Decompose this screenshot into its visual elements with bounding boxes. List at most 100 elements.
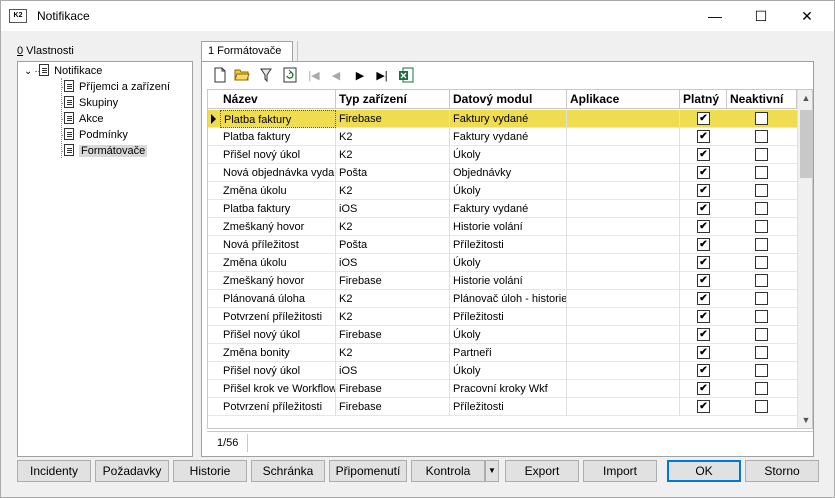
cell-aplikace[interactable] (567, 308, 680, 326)
tab-formatovace[interactable]: 1 Formátovače (201, 41, 293, 61)
table-row[interactable]: Platba faktury K2 Faktury vydané ✔ (208, 128, 798, 146)
platny-checkbox[interactable]: ✔ (697, 184, 710, 197)
table-row[interactable]: Zmeškaný hovor Firebase Historie volání ✔ (208, 272, 798, 290)
neaktivni-checkbox[interactable] (755, 202, 768, 215)
table-row[interactable]: Přišel krok ve Workflow Firebase Pracovní … (208, 380, 798, 398)
cell-nazev[interactable]: Platba faktury (220, 128, 336, 146)
platny-checkbox[interactable]: ✔ (697, 130, 710, 143)
cell-typ[interactable]: Firebase (336, 110, 450, 128)
cell-nazev[interactable]: Změna úkolu (220, 254, 336, 272)
platny-checkbox[interactable]: ✔ (697, 112, 710, 125)
cell-nazev[interactable]: Nová objednávka vydaná (220, 164, 336, 182)
cell-modul[interactable]: Faktury vydané (450, 110, 567, 128)
cell-typ[interactable]: K2 (336, 146, 450, 164)
column-header-platny[interactable]: Platný (680, 90, 727, 109)
platny-checkbox[interactable]: ✔ (697, 346, 710, 359)
export-button[interactable]: Export (505, 460, 579, 482)
table-row[interactable]: Přišel nový úkol iOS Úkoly ✔ (208, 362, 798, 380)
storno-button[interactable]: Storno (745, 460, 819, 482)
cell-modul[interactable]: Úkoly (450, 146, 567, 164)
table-row[interactable]: Změna bonity K2 Partneři ✔ (208, 344, 798, 362)
ok-button[interactable]: OK (667, 460, 741, 482)
cell-aplikace[interactable] (567, 398, 680, 416)
cell-modul[interactable]: Historie volání (450, 272, 567, 290)
neaktivni-checkbox[interactable] (755, 130, 768, 143)
neaktivni-checkbox[interactable] (755, 400, 768, 413)
cell-typ[interactable]: Firebase (336, 380, 450, 398)
cell-typ[interactable]: Pošta (336, 164, 450, 182)
cell-typ[interactable]: iOS (336, 362, 450, 380)
schranka-button[interactable]: Schránka (251, 460, 325, 482)
cell-typ[interactable]: Firebase (336, 398, 450, 416)
cell-nazev[interactable]: Přišel krok ve Workflow (220, 380, 336, 398)
cell-modul[interactable]: Příležitosti (450, 236, 567, 254)
tree-item-formatovace[interactable]: Formátovače (64, 143, 148, 159)
neaktivni-checkbox[interactable] (755, 220, 768, 233)
cell-typ[interactable]: K2 (336, 308, 450, 326)
platny-checkbox[interactable]: ✔ (697, 382, 710, 395)
table-row[interactable]: Potvrzení příležitosti Firebase Příležitos… (208, 398, 798, 416)
table-row[interactable]: Změna úkolu K2 Úkoly ✔ (208, 182, 798, 200)
neaktivni-checkbox[interactable] (755, 148, 768, 161)
incidenty-button[interactable]: Incidenty (17, 460, 91, 482)
cell-modul[interactable]: Pracovní kroky Wkf (450, 380, 567, 398)
platny-checkbox[interactable]: ✔ (697, 310, 710, 323)
cell-nazev[interactable]: Přišel nový úkol (220, 362, 336, 380)
new-icon[interactable] (211, 67, 229, 85)
scroll-down-icon[interactable]: ▼ (798, 412, 812, 428)
cell-aplikace[interactable] (567, 182, 680, 200)
column-header-neaktivni[interactable]: Neaktivní (727, 90, 797, 109)
import-button[interactable]: Import (583, 460, 657, 482)
neaktivni-checkbox[interactable] (755, 328, 768, 341)
cell-modul[interactable]: Objednávky (450, 164, 567, 182)
platny-checkbox[interactable]: ✔ (697, 202, 710, 215)
scroll-up-icon[interactable]: ▲ (798, 90, 812, 106)
filter-icon[interactable] (257, 67, 275, 85)
cell-modul[interactable]: Úkoly (450, 362, 567, 380)
table-row[interactable]: Přišel nový úkol Firebase Úkoly ✔ (208, 326, 798, 344)
cell-typ[interactable]: Pošta (336, 236, 450, 254)
cell-nazev[interactable]: Zmeškaný hovor (220, 218, 336, 236)
table-row[interactable]: Platba faktury iOS Faktury vydané ✔ (208, 200, 798, 218)
neaktivni-checkbox[interactable] (755, 310, 768, 323)
maximize-button[interactable]: ☐ (738, 1, 784, 31)
cell-modul[interactable]: Historie volání (450, 218, 567, 236)
close-button[interactable]: ✕ (784, 1, 830, 31)
cell-modul[interactable]: Příležitosti (450, 398, 567, 416)
cell-aplikace[interactable] (567, 380, 680, 398)
cell-aplikace[interactable] (567, 236, 680, 254)
cell-nazev[interactable]: Potvrzení příležitosti (220, 308, 336, 326)
cell-modul[interactable]: Příležitosti (450, 308, 567, 326)
vertical-scrollbar[interactable]: ▲ ▼ (797, 90, 812, 428)
cell-nazev[interactable]: Změna bonity (220, 344, 336, 362)
platny-checkbox[interactable]: ✔ (697, 274, 710, 287)
cell-nazev[interactable]: Přišel nový úkol (220, 146, 336, 164)
cell-nazev[interactable]: Změna úkolu (220, 182, 336, 200)
tree-item-podminky[interactable]: Podmínky (64, 127, 128, 143)
cell-typ[interactable]: K2 (336, 182, 450, 200)
cell-nazev[interactable]: Plánovaná úloha (220, 290, 336, 308)
neaktivni-checkbox[interactable] (755, 166, 768, 179)
cell-typ[interactable]: K2 (336, 128, 450, 146)
table-row[interactable]: Zmeškaný hovor K2 Historie volání ✔ (208, 218, 798, 236)
cell-aplikace[interactable] (567, 290, 680, 308)
table-row[interactable]: Nová příležitost Pošta Příležitosti ✔ (208, 236, 798, 254)
table-row[interactable]: Změna úkolu iOS Úkoly ✔ (208, 254, 798, 272)
cell-modul[interactable]: Partneři (450, 344, 567, 362)
pozadavky-button[interactable]: Požadavky (95, 460, 169, 482)
platny-checkbox[interactable]: ✔ (697, 256, 710, 269)
cell-typ[interactable]: K2 (336, 344, 450, 362)
table-row[interactable]: Platba faktury Firebase Faktury vydané ✔ (208, 110, 798, 128)
last-record-icon[interactable]: ▶| (373, 67, 391, 85)
table-row[interactable]: Přišel nový úkol K2 Úkoly ✔ (208, 146, 798, 164)
tree-item-skupiny[interactable]: Skupiny (64, 95, 118, 111)
cell-nazev[interactable]: Zmeškaný hovor (220, 272, 336, 290)
cell-aplikace[interactable] (567, 218, 680, 236)
kontrola-button[interactable]: Kontrola (411, 460, 485, 482)
cell-modul[interactable]: Úkoly (450, 326, 567, 344)
table-row[interactable]: Plánovaná úloha K2 Plánovač úloh - histori… (208, 290, 798, 308)
minimize-button[interactable]: — (692, 1, 738, 31)
platny-checkbox[interactable]: ✔ (697, 148, 710, 161)
cell-typ[interactable]: Firebase (336, 326, 450, 344)
neaktivni-checkbox[interactable] (755, 364, 768, 377)
